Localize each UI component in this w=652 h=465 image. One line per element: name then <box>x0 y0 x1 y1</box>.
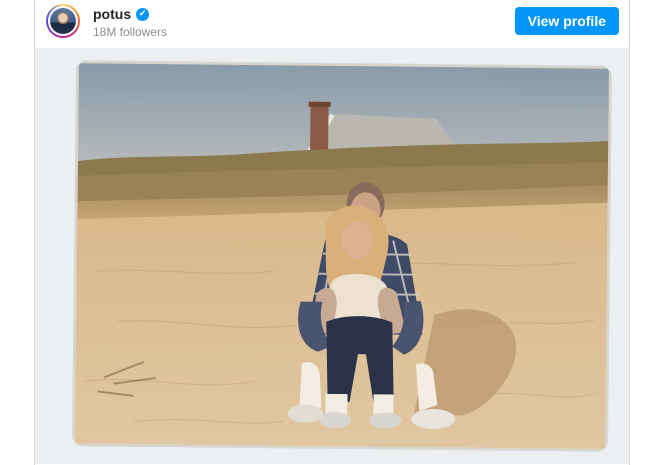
username-link[interactable]: potus <box>93 6 131 22</box>
post-photo[interactable] <box>73 61 611 451</box>
post-header: potus ✔ 18M followers View profile <box>35 0 629 46</box>
avatar-ring <box>48 6 78 36</box>
post-media <box>35 48 629 464</box>
avatar-image <box>50 8 76 34</box>
profile-avatar[interactable] <box>46 4 80 38</box>
username-row: potus ✔ <box>93 6 150 22</box>
verified-badge-icon: ✔ <box>136 7 150 21</box>
view-profile-button[interactable]: View profile <box>514 7 619 35</box>
embedded-post: potus ✔ 18M followers View profile <box>34 0 630 465</box>
vintage-beach-photo <box>73 61 611 451</box>
follower-count: 18M followers <box>93 25 168 39</box>
